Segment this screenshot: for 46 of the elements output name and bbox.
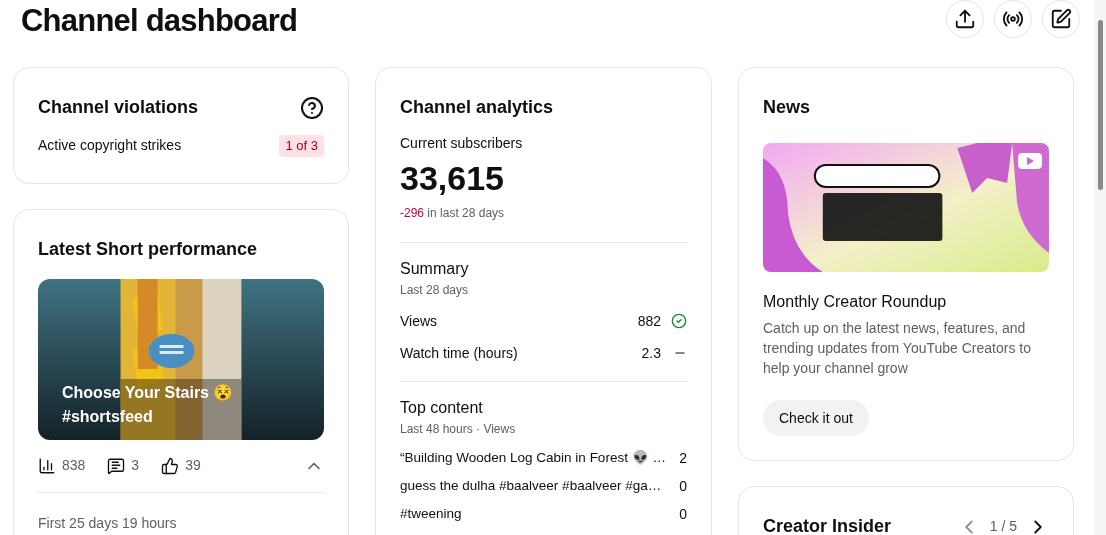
subscriber-count: 33,615 [400,158,505,199]
check-it-out-button[interactable]: Check it out [763,400,869,436]
upload-icon [954,8,976,30]
live-button[interactable] [994,0,1032,38]
stat-value: 39 [185,456,201,475]
view-count: 0 [679,504,687,524]
stat-value: 838 [62,456,86,475]
edit-button[interactable] [1042,0,1080,38]
strike-label: Active copyright strikes [38,136,182,156]
news-headline: Monthly Creator Roundup [763,292,948,312]
metric-value: 882 [637,311,661,331]
metric-label: Views [400,311,439,331]
card-title: Channel analytics [400,96,555,119]
section-title: Top content [400,398,484,418]
page-title: Channel dashboard [21,1,298,40]
page-indicator: 1 / 5 [989,517,1017,535]
period-label: First 25 days 19 hours [38,514,177,531]
view-count: 0 [679,476,687,496]
subscriber-change: -296 in last 28 days [400,205,506,222]
thumbs-up-icon [161,456,180,475]
edit-icon [1050,8,1072,30]
section-title: Summary [400,259,470,279]
comment-icon [107,456,126,475]
scrollbar[interactable] [1094,0,1106,535]
stat-value: 3 [131,456,140,475]
card-title: News [763,96,812,119]
help-icon[interactable] [300,95,324,120]
bar-chart-icon [38,456,56,475]
upload-button[interactable] [946,0,984,38]
section-subtitle: Last 28 days [400,282,470,299]
card-title: Latest Short performance [38,237,259,261]
section-subtitle: Last 48 hours · Views [400,421,517,438]
check-icon [671,313,687,329]
news-description: Catch up on the latest news, features, and trending updates from YouTube Creators to help your channel grow [763,319,1032,378]
card-title: Channel violations [38,96,199,119]
subscribers-label: Current subscribers [400,134,524,153]
view-count: 2 [679,448,687,468]
metric-value: 2.3 [641,343,661,363]
metric-label: Watch time (hours) [400,343,519,363]
short-thumbnail[interactable]: Choose Your Stairs 😵 #shortsfeed [38,278,324,440]
video-title-link[interactable]: “Building Wooden Log Cabin in Forest 👽 … [400,447,672,469]
video-title-link[interactable]: guess the dulha #baalveer #baalveer #ga… [400,475,672,497]
strike-count: 1 of 3 [279,135,324,157]
video-title-link[interactable]: #tweening [400,503,672,525]
short-title: Choose Your Stairs 😵 #shortsfeed [62,383,234,425]
card-title: Creator Insider [763,515,892,535]
